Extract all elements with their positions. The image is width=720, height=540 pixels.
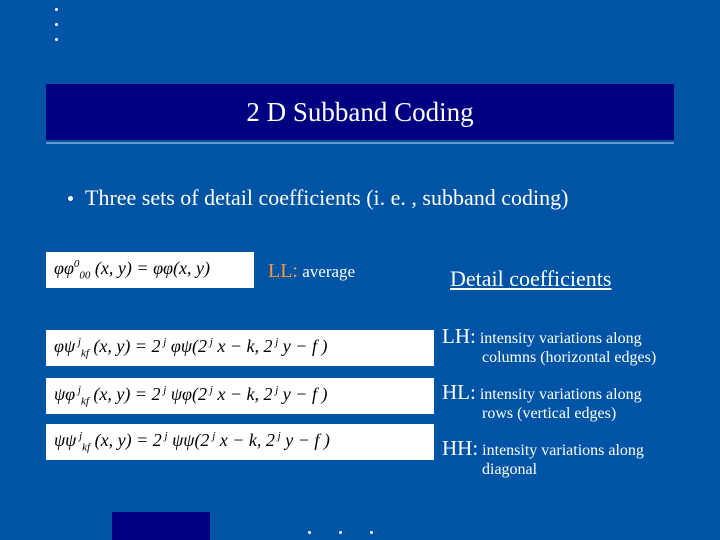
bullet-text: Three sets of detail coefficients (i. e.… [85,185,568,211]
hh-desc2: diagonal [482,461,707,479]
hh-label: HH: [442,436,478,460]
slide-title: 2 D Subband Coding [46,84,674,140]
lh-desc2: columns (horizontal edges) [482,349,707,367]
lh-label: LH: [442,324,476,348]
hl-desc2: rows (vertical edges) [482,405,707,423]
equation-hh: ψψ jkf (x, y) = 2 j ψψ(2 j x − k, 2 j y … [46,424,434,460]
detail-coefficients-header: Detail coefficients [450,266,611,292]
hl-desc1: intensity variations along [476,386,642,403]
equation-hl: ψφ jkf (x, y) = 2 j ψφ(2 j x − k, 2 j y … [46,378,434,414]
title-underline [46,142,674,144]
lh-description: LH: intensity variations along columns (… [442,324,707,367]
decorative-bottom-block [112,512,210,540]
hh-description: HH: intensity variations along diagonal [442,436,707,479]
lh-desc1: intensity variations along [476,330,642,347]
decorative-dots-top [55,8,58,53]
bullet-item: Three sets of detail coefficients (i. e.… [68,185,568,211]
equation-lh: φψ jkf (x, y) = 2 j φψ(2 j x − k, 2 j y … [46,330,434,366]
hh-desc1: intensity variations along [478,442,644,459]
equation-ll: φφ000 (x, y) = φφ(x, y) [46,252,254,288]
ll-text: average [298,262,355,281]
bullet-dot-icon [68,196,73,201]
hl-description: HL: intensity variations along rows (ver… [442,380,707,423]
decorative-dots-bottom [308,531,373,534]
ll-prefix: LL: [268,260,298,282]
ll-label: LL: average [268,260,355,283]
hl-label: HL: [442,380,476,404]
